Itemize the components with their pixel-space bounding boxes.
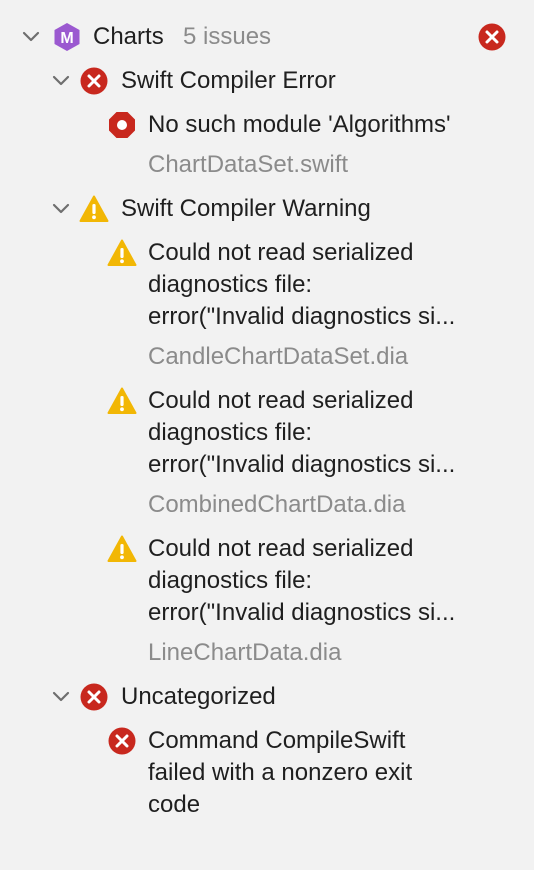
issue-message-line: Could not read serialized bbox=[148, 239, 414, 266]
module-icon-letter: M bbox=[60, 30, 73, 47]
warning-icon bbox=[79, 194, 109, 224]
issue-file: CandleChartDataSet.dia bbox=[148, 343, 409, 370]
error-icon bbox=[477, 22, 507, 52]
issue-message-line: Could not read serialized bbox=[148, 387, 414, 414]
issue-message-line: error("Invalid diagnostics si... bbox=[148, 303, 456, 330]
module-icon: M bbox=[52, 22, 82, 52]
group-title: Swift Compiler Warning bbox=[121, 195, 371, 222]
issue-message-line: error("Invalid diagnostics si... bbox=[148, 451, 456, 478]
issue-file: LineChartData.dia bbox=[148, 639, 342, 666]
chevron-down-icon[interactable] bbox=[52, 691, 70, 703]
stop-icon bbox=[107, 110, 137, 140]
warning-icon bbox=[107, 238, 137, 268]
chevron-down-icon[interactable] bbox=[52, 203, 70, 215]
issue-message-line: diagnostics file: bbox=[148, 271, 313, 298]
error-icon bbox=[79, 66, 109, 96]
issue-message-line: code bbox=[148, 791, 201, 818]
issue-file: ChartDataSet.swift bbox=[148, 151, 349, 178]
issue-message-line: Command CompileSwift bbox=[148, 727, 406, 754]
issue-message-line: failed with a nonzero exit bbox=[148, 759, 413, 786]
issue-message-line: Could not read serialized bbox=[148, 535, 414, 562]
group-title: Swift Compiler Error bbox=[121, 67, 336, 94]
issue-message-line: error("Invalid diagnostics si... bbox=[148, 599, 456, 626]
warning-icon bbox=[107, 534, 137, 564]
warning-icon bbox=[107, 386, 137, 416]
issue-message: Could not read serialized diagnostics fi… bbox=[148, 385, 504, 481]
issue-message-line: diagnostics file: bbox=[148, 419, 313, 446]
issue-count: 5 issues bbox=[183, 23, 272, 50]
chevron-down-icon[interactable] bbox=[22, 31, 40, 43]
issue-message: Could not read serialized diagnostics fi… bbox=[148, 533, 504, 629]
issue-message: Command CompileSwift failed with a nonze… bbox=[148, 725, 504, 821]
issue-file: CombinedChartData.dia bbox=[148, 491, 406, 518]
project-name: Charts bbox=[93, 23, 164, 50]
issue-message: No such module 'Algorithms' bbox=[148, 109, 504, 141]
error-icon bbox=[79, 682, 109, 712]
error-icon bbox=[107, 726, 137, 756]
issue-message: Could not read serialized diagnostics fi… bbox=[148, 237, 504, 333]
issue-message-line: diagnostics file: bbox=[148, 567, 313, 594]
issue-message-line: No such module 'Algorithms' bbox=[148, 111, 451, 138]
chevron-down-icon[interactable] bbox=[52, 75, 70, 87]
group-title: Uncategorized bbox=[121, 683, 276, 710]
